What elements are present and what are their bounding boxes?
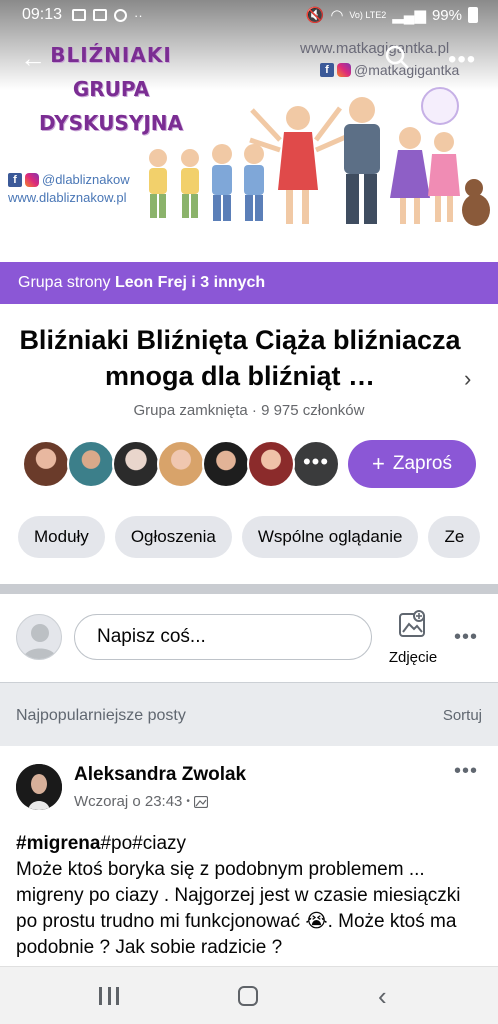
invite-label: Zaproś bbox=[392, 453, 452, 474]
back-arrow-icon[interactable]: ← bbox=[20, 44, 48, 72]
member-avatar[interactable] bbox=[157, 440, 205, 488]
group-title[interactable]: Bliźniaki Bliźnięta Ciąża bliźniacza mno… bbox=[10, 322, 470, 394]
plus-icon: + bbox=[372, 451, 385, 476]
tab-announcements[interactable]: Ogłoszenia bbox=[114, 516, 232, 558]
hashtag-link[interactable]: #migrena bbox=[16, 833, 100, 854]
post-more-icon[interactable]: ••• bbox=[454, 760, 478, 783]
child-figure-3 bbox=[212, 144, 232, 221]
photo-post-icon bbox=[193, 795, 208, 808]
feed-header: Najpopularniejsze posty Sortuj bbox=[0, 682, 498, 746]
member-avatar[interactable] bbox=[22, 440, 70, 488]
tab-partial[interactable]: Ze bbox=[428, 516, 481, 558]
group-cover-photo[interactable]: BLIŹNIAKI GRUPA DYSKUSYJNA www.matkagiga… bbox=[0, 0, 498, 262]
wifi-icon: ◠ bbox=[330, 7, 344, 24]
mute-icon: 🔇 bbox=[305, 7, 325, 24]
hashtag-rest[interactable]: #po#ciazy bbox=[100, 833, 186, 854]
home-icon[interactable] bbox=[238, 986, 258, 1006]
owner-name[interactable]: Leon Frej i 3 innych bbox=[115, 274, 265, 291]
post-meta: Wczoraj o 23:43 • bbox=[74, 793, 208, 810]
search-icon[interactable] bbox=[384, 44, 410, 70]
mother-figure bbox=[249, 106, 350, 224]
more-options-icon[interactable]: ••• bbox=[448, 46, 476, 74]
tab-watch-party[interactable]: Wspólne oglądanie bbox=[241, 516, 419, 558]
back-icon[interactable]: ‹ bbox=[378, 981, 387, 1012]
instagram-icon bbox=[25, 172, 39, 187]
default-avatar-icon bbox=[23, 624, 57, 659]
child-figure-4 bbox=[244, 144, 264, 221]
status-notification-icons: ·· bbox=[72, 8, 143, 23]
write-something-input[interactable]: Napisz coś... bbox=[74, 614, 372, 660]
member-avatar[interactable] bbox=[67, 440, 115, 488]
member-avatar[interactable] bbox=[202, 440, 250, 488]
child-figure-1 bbox=[149, 149, 167, 218]
section-divider bbox=[0, 584, 498, 594]
post-author-avatar[interactable] bbox=[16, 764, 62, 810]
status-right: 🔇 ◠ Vo) LTE2 ▂▄▆ 99% bbox=[306, 6, 478, 24]
user-avatar[interactable] bbox=[16, 614, 62, 660]
network-label: Vo) LTE2 bbox=[349, 9, 387, 20]
cover-url-left: www.dlabliznakow.pl bbox=[8, 190, 127, 205]
group-meta: Grupa zamknięta · 9 975 członków bbox=[133, 402, 365, 419]
cover-handle-left-text: @dlabliznakow bbox=[42, 172, 130, 187]
message-icon bbox=[72, 9, 87, 21]
instagram-icon bbox=[337, 63, 351, 77]
member-avatar[interactable] bbox=[247, 440, 295, 488]
cover-url-right: www.matkagigantka.pl bbox=[300, 40, 450, 57]
owner-prefix: Grupa strony bbox=[18, 274, 115, 291]
invite-button[interactable]: + Zaproś bbox=[348, 440, 476, 488]
photo-label: Zdjęcie bbox=[388, 649, 438, 666]
sort-button[interactable]: Sortuj bbox=[443, 707, 482, 724]
status-bar: 09:13 ·· 🔇 ◠ Vo) LTE2 ▂▄▆ 99% bbox=[0, 0, 498, 30]
post-text: Może ktoś boryka się z podobnym probleme… bbox=[16, 859, 461, 958]
author-photo bbox=[16, 764, 62, 810]
meta-separator: • bbox=[186, 796, 190, 807]
facebook-icon: f bbox=[8, 172, 22, 187]
feed-title: Najpopularniejsze posty bbox=[16, 707, 186, 724]
photo-button[interactable]: Zdjęcie bbox=[384, 610, 442, 666]
photo-icon bbox=[399, 610, 425, 637]
girl-figure-purple bbox=[390, 127, 430, 224]
status-time: 09:13 bbox=[22, 6, 63, 23]
system-nav-bar: ‹ bbox=[0, 966, 498, 1024]
more-notifications-icon: ·· bbox=[134, 7, 143, 23]
battery-icon bbox=[468, 7, 478, 23]
group-owner-banner[interactable]: Grupa strony Leon Frej i 3 innych bbox=[0, 262, 498, 304]
member-avatar[interactable] bbox=[112, 440, 160, 488]
cover-logo bbox=[421, 87, 459, 125]
more-members-button[interactable]: ••• bbox=[292, 440, 340, 488]
chevron-right-icon[interactable]: › bbox=[464, 366, 471, 392]
tab-modules[interactable]: Moduły bbox=[18, 516, 105, 558]
composer-more-icon[interactable]: ••• bbox=[454, 626, 478, 649]
child-figure-2 bbox=[181, 149, 199, 218]
girl-figure-pink bbox=[428, 132, 460, 222]
member-avatars[interactable]: ••• bbox=[22, 440, 340, 488]
facebook-icon: f bbox=[320, 63, 334, 77]
father-figure bbox=[344, 97, 380, 224]
recents-icon[interactable] bbox=[99, 987, 119, 1005]
post-timestamp[interactable]: Wczoraj o 23:43 bbox=[74, 793, 182, 810]
signal-icon: ▂▄▆ bbox=[392, 7, 426, 24]
cover-handle-left: f @dlabliznakow bbox=[8, 172, 130, 187]
battery-percent: 99% bbox=[431, 6, 462, 24]
family-illustration bbox=[149, 87, 490, 226]
post-author-name[interactable]: Aleksandra Zwolak bbox=[74, 764, 246, 786]
camera-icon bbox=[93, 9, 108, 21]
group-tabs: Moduły Ogłoszenia Wspólne oglądanie Ze bbox=[18, 516, 498, 558]
settings-icon bbox=[114, 8, 128, 22]
dog-figure bbox=[462, 179, 490, 226]
post-body: #migrena#po#ciazy Może ktoś boryka się z… bbox=[16, 831, 486, 961]
